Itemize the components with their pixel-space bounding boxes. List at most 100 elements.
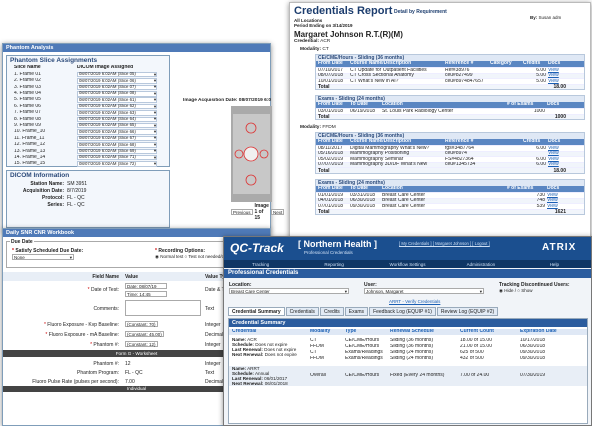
- slice-select[interactable]: 08/07/2019 6:02AM (Slice 06) ▾: [77, 78, 157, 84]
- slice-select[interactable]: 08/07/2019 6:02AM (Slice 72) ▾: [77, 161, 157, 167]
- slice-value: 08/07/2019 6:02AM (Slice 64): [79, 116, 136, 121]
- slice-name: 14. Frame_14: [14, 154, 46, 160]
- table-row: 05/02/2019 Mammography Seminar FS#4827364 6…: [316, 156, 584, 162]
- table-row: 07/01/2018 09/30/2018 Breast Care Center 53…: [316, 203, 584, 209]
- next-button[interactable]: Next: [270, 209, 285, 215]
- summary-cell: CE/CME/Hours: [345, 343, 380, 349]
- chevron-down-icon: ▾: [153, 154, 156, 160]
- summary-cell: 09/30/2018: [520, 356, 546, 362]
- nav-item[interactable]: Workflow Settings: [371, 262, 444, 267]
- due-date-value: None: [14, 255, 25, 260]
- slice-name: 1. Frame 01: [14, 71, 41, 77]
- table-header-cell: Location: [382, 102, 403, 108]
- tab-credential-summary[interactable]: Credential Summary: [228, 307, 285, 316]
- credential-summary-panel: Credential Summary Credential Modality Typ…: [228, 318, 588, 424]
- slice-value: 08/07/2019 6:02AM (Slice 06): [79, 78, 136, 83]
- summary-col-header[interactable]: Modality: [307, 329, 342, 335]
- phantom-number-label: Phantom #:: [93, 341, 119, 348]
- modality-ct-value: CT: [322, 47, 329, 52]
- slice-select[interactable]: 08/07/2019 6:02AM (Slice 63) ▾: [77, 110, 157, 116]
- slice-select[interactable]: 08/07/2019 6:02AM (Slice 61) ▾: [77, 97, 157, 103]
- tab-review-log-equip-2-[interactable]: Review Log (EQUIP #2): [436, 307, 499, 316]
- summary-title: Credential Summary: [229, 319, 587, 327]
- location-select[interactable]: Breast Care Center ▾: [229, 288, 349, 294]
- summary-cell: Overall: [310, 373, 326, 379]
- slice-select[interactable]: 08/07/2019 6:02AM (Slice 71) ▾: [77, 155, 157, 161]
- slice-row: 5. Frame 05 08/07/2019 6:02AM (Slice 61) ▾: [7, 97, 169, 103]
- table-header-cell: From Date: [318, 139, 343, 145]
- tab-exams[interactable]: Exams: [344, 307, 369, 316]
- slice-row: 1. Frame 01 08/07/2019 6:02AM (Slice 05) ▾: [7, 71, 169, 78]
- tab-credits[interactable]: Credits: [319, 307, 344, 316]
- col-dicom: DICOM Image Assigned: [77, 65, 134, 71]
- slice-select[interactable]: 08/07/2019 6:02AM (Slice 08) ▾: [77, 91, 157, 97]
- test-not-needed-radio[interactable]: ○: [184, 254, 187, 259]
- slice-select[interactable]: 08/07/2019 6:02AM (Slice 66) ▾: [77, 129, 157, 135]
- show-radio[interactable]: ○: [517, 288, 520, 293]
- summary-col-header[interactable]: Type: [342, 329, 387, 335]
- dicom-info-title: DICOM Information: [10, 172, 70, 179]
- slice-select[interactable]: 08/07/2019 6:02AM (Slice 65) ▾: [77, 123, 157, 129]
- user-select[interactable]: Johnson, Margaret ▾: [364, 288, 484, 294]
- slice-select[interactable]: 08/07/2019 6:02AM (Slice 67) ▾: [77, 135, 157, 142]
- normal-test-radio[interactable]: ◉: [155, 254, 159, 259]
- phantom-title: Phantom Analysis: [3, 44, 270, 52]
- hide-radio[interactable]: ◉: [499, 288, 503, 293]
- header-links[interactable]: [ My Credentials ] [ Margaret Johnson ] …: [399, 241, 490, 246]
- summary-col-header[interactable]: Current Count: [457, 329, 517, 335]
- acr-next: Does not expire: [264, 352, 297, 358]
- credential-value: ACR: [320, 39, 331, 44]
- nav-item[interactable]: Tracking: [224, 262, 297, 267]
- table-header-cell: Reference #: [445, 139, 474, 145]
- nav-item[interactable]: Help: [518, 262, 591, 267]
- slice-select[interactable]: 08/07/2019 6:02AM (Slice 62) ▾: [77, 104, 157, 110]
- nav-item[interactable]: Administration: [444, 262, 517, 267]
- slice-value: 08/07/2019 6:02AM (Slice 65): [79, 123, 136, 128]
- summary-cell: Sliding (24 months): [390, 349, 434, 355]
- dicom-value: SM 3951: [67, 180, 88, 187]
- summary-cell: CE/CME/Hours: [345, 373, 380, 379]
- table-header-cell: Reference #: [445, 61, 474, 67]
- ct-ex-total-value: 1000: [554, 113, 566, 120]
- table-header-cell: From Date: [318, 102, 343, 108]
- summary-col-header[interactable]: Expiration Date: [517, 329, 577, 335]
- slice-name: 5. Frame 05: [14, 97, 41, 103]
- time-input[interactable]: Time: 14:45: [125, 290, 167, 297]
- ma-baseline-input[interactable]: (Constant: 45.00): [125, 331, 164, 337]
- slice-select[interactable]: 08/07/2019 6:02AM (Slice 68) ▾: [77, 142, 157, 148]
- slice-row: 15. Frame_15 08/07/2019 6:02AM (Slice 72)…: [7, 161, 169, 167]
- slice-value: 08/07/2019 6:02AM (Slice 05): [79, 72, 136, 77]
- slice-select[interactable]: 08/07/2019 6:02AM (Slice 69) ▾: [77, 148, 157, 155]
- tab-feedback-log-equip-1-[interactable]: Feedback Log (EQUIP #1): [369, 307, 436, 316]
- ct-total-value: 18.00: [553, 84, 566, 91]
- slice-value: 08/07/2019 6:02AM (Slice 62): [79, 104, 136, 109]
- slice-value: 08/07/2019 6:02AM (Slice 07): [79, 85, 136, 89]
- dicom-value: 8/7/2019: [67, 187, 87, 194]
- summary-col-header[interactable]: Renewal Schedule: [387, 329, 457, 335]
- chevron-down-icon: ▾: [69, 255, 72, 260]
- slice-select[interactable]: 08/07/2019 6:02AM (Slice 07) ▾: [77, 84, 157, 91]
- verify-credentials-link[interactable]: ARRT - Verify Credentials: [389, 299, 440, 304]
- slice-select[interactable]: 08/07/2019 6:02AM (Slice 64) ▾: [77, 116, 157, 123]
- next-renewal-label: Next Renewal:: [232, 380, 264, 386]
- nav-item[interactable]: Reporting: [297, 262, 370, 267]
- due-date-legend: Due Date: [10, 239, 34, 245]
- dicom-label: Protocol:: [42, 194, 64, 201]
- tab-bar: Credential Summary Credentials Credits Exam…: [228, 307, 499, 316]
- kvp-baseline-input[interactable]: (Constant: 70): [125, 321, 158, 327]
- slice-list: 1. Frame 01 08/07/2019 6:02AM (Slice 05) ▾…: [7, 71, 169, 167]
- phantom-number-input[interactable]: (Constant: 12): [125, 341, 158, 347]
- table-header-cell: Course Name/Description: [350, 61, 412, 67]
- slice-row: 3. Frame 03 08/07/2019 6:02AM (Slice 07) ▾: [7, 84, 169, 91]
- report-subtitle: Detail by Requirement: [394, 9, 447, 15]
- due-date-select[interactable]: None ▾: [12, 254, 74, 260]
- date-input[interactable]: Date: 08/07/19: [125, 282, 167, 289]
- comments-textarea[interactable]: [125, 300, 201, 316]
- slice-select[interactable]: 08/07/2019 6:02AM (Slice 05) ▾: [77, 72, 157, 78]
- tab-credentials[interactable]: Credentials: [285, 307, 319, 316]
- slice-value: 08/07/2019 6:02AM (Slice 67): [79, 136, 136, 141]
- summary-col-header[interactable]: Credential: [229, 329, 307, 335]
- table-row: 10/01/2018 CT What's New in AI? ceu#897484…: [316, 78, 584, 84]
- dicom-list: Station Name: SM 3951 Acquisition Date: 8/7…: [7, 180, 169, 208]
- previous-button[interactable]: Previous: [231, 209, 253, 215]
